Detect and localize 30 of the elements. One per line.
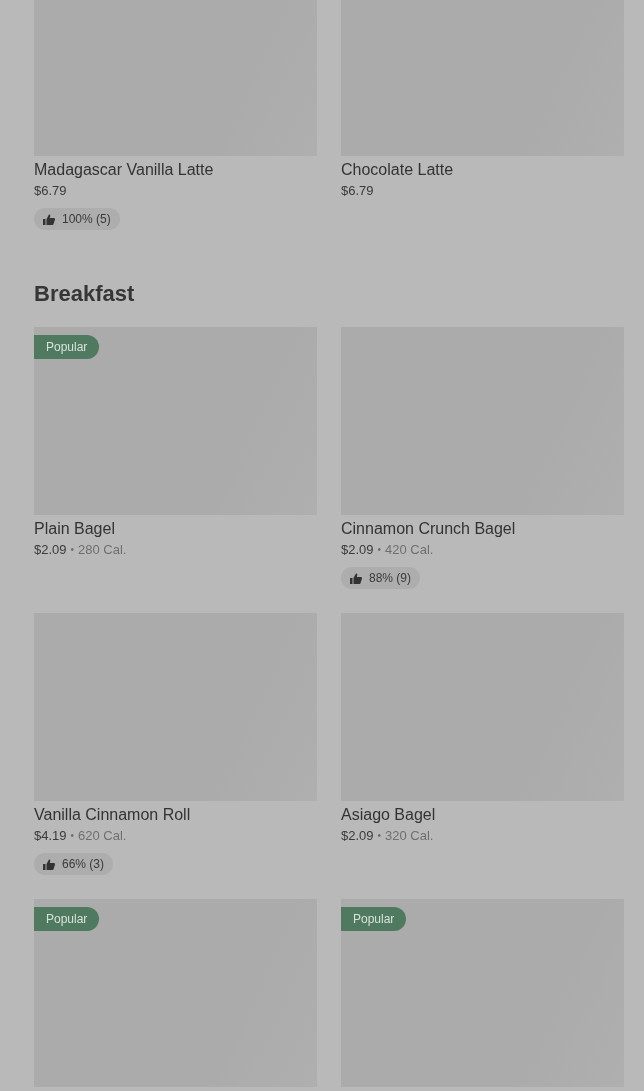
thumbs-up-icon (350, 572, 362, 584)
item-price: $6.79 (341, 182, 374, 200)
item-price: $2.09 (341, 541, 374, 559)
section-heading: Breakfast (34, 280, 135, 308)
item-name[interactable]: Plain Bagel (34, 519, 115, 539)
item-calories: 620 Cal. (78, 827, 127, 845)
rating-text: 66% (3) (62, 857, 105, 871)
item-price: $6.79 (34, 182, 67, 200)
rating-text: 88% (9) (369, 571, 412, 585)
item-name[interactable]: Asiago Bagel (341, 805, 436, 825)
separator-dot: • (70, 829, 75, 843)
item-price: $2.09 (34, 541, 67, 559)
item-calories: 320 Cal. (385, 827, 434, 845)
item-name[interactable]: Madagascar Vanilla Latte (34, 160, 214, 180)
separator-dot: • (70, 543, 75, 557)
separator-dot: • (377, 543, 382, 557)
item-calories: 420 Cal. (385, 541, 434, 559)
rating-text: 100% (5) (62, 212, 111, 226)
separator-dot: • (377, 829, 382, 843)
popular-badge: Popular (34, 907, 100, 931)
item-calories: 280 Cal. (78, 541, 127, 559)
item-name[interactable]: Chocolate Latte (341, 160, 454, 180)
item-name[interactable]: Vanilla Cinnamon Roll (34, 805, 191, 825)
thumbs-up-icon (43, 858, 55, 870)
item-price: $2.09 (341, 827, 374, 845)
thumbs-up-icon (43, 213, 55, 225)
item-price: $4.19 (34, 827, 67, 845)
popular-badge: Popular (34, 335, 100, 359)
item-name[interactable]: Cinnamon Crunch Bagel (341, 519, 516, 539)
popular-badge: Popular (341, 907, 407, 931)
